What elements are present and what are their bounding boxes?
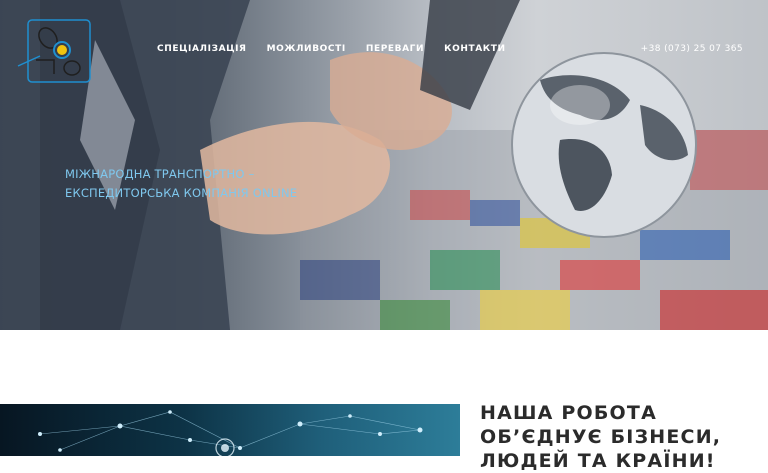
hero-tagline-line2: ЕКСПЕДИТОРСЬКА КОМПАНІЯ ONLINE bbox=[65, 186, 298, 200]
company-logo-icon[interactable] bbox=[14, 16, 96, 86]
nav-item-specialization[interactable]: СПЕЦІАЛІЗАЦІЯ bbox=[157, 44, 247, 54]
hero-tagline-line1: МІЖНАРОДНА ТРАНСПОРТНО – bbox=[65, 167, 255, 181]
phone-number[interactable]: +38 (073) 25 07 365 bbox=[641, 44, 743, 54]
main-nav: СПЕЦІАЛІЗАЦІЯ МОЖЛИВОСТІ ПЕРЕВАГИ КОНТАК… bbox=[157, 44, 506, 54]
headline-line3: ЛЮДЕЙ ТА КРАЇНИ! bbox=[480, 450, 716, 472]
hero-tagline: МІЖНАРОДНА ТРАНСПОРТНО – ЕКСПЕДИТОРСЬКА … bbox=[65, 165, 297, 203]
nav-item-contacts[interactable]: КОНТАКТИ bbox=[444, 44, 505, 54]
headline-line2: ОБ’ЄДНУЄ БІЗНЕСИ, bbox=[480, 426, 722, 448]
network-graphic bbox=[38, 410, 423, 456]
headline-line1: НАША РОБОТА bbox=[480, 402, 657, 424]
hero-banner: СПЕЦІАЛІЗАЦІЯ МОЖЛИВОСТІ ПЕРЕВАГИ КОНТАК… bbox=[0, 0, 768, 330]
section-headline: НАША РОБОТА ОБ’ЄДНУЄ БІЗНЕСИ, ЛЮДЕЙ ТА К… bbox=[480, 401, 760, 473]
network-image bbox=[0, 404, 460, 456]
nav-item-capabilities[interactable]: МОЖЛИВОСТІ bbox=[267, 44, 346, 54]
nav-item-advantages[interactable]: ПЕРЕВАГИ bbox=[366, 44, 424, 54]
